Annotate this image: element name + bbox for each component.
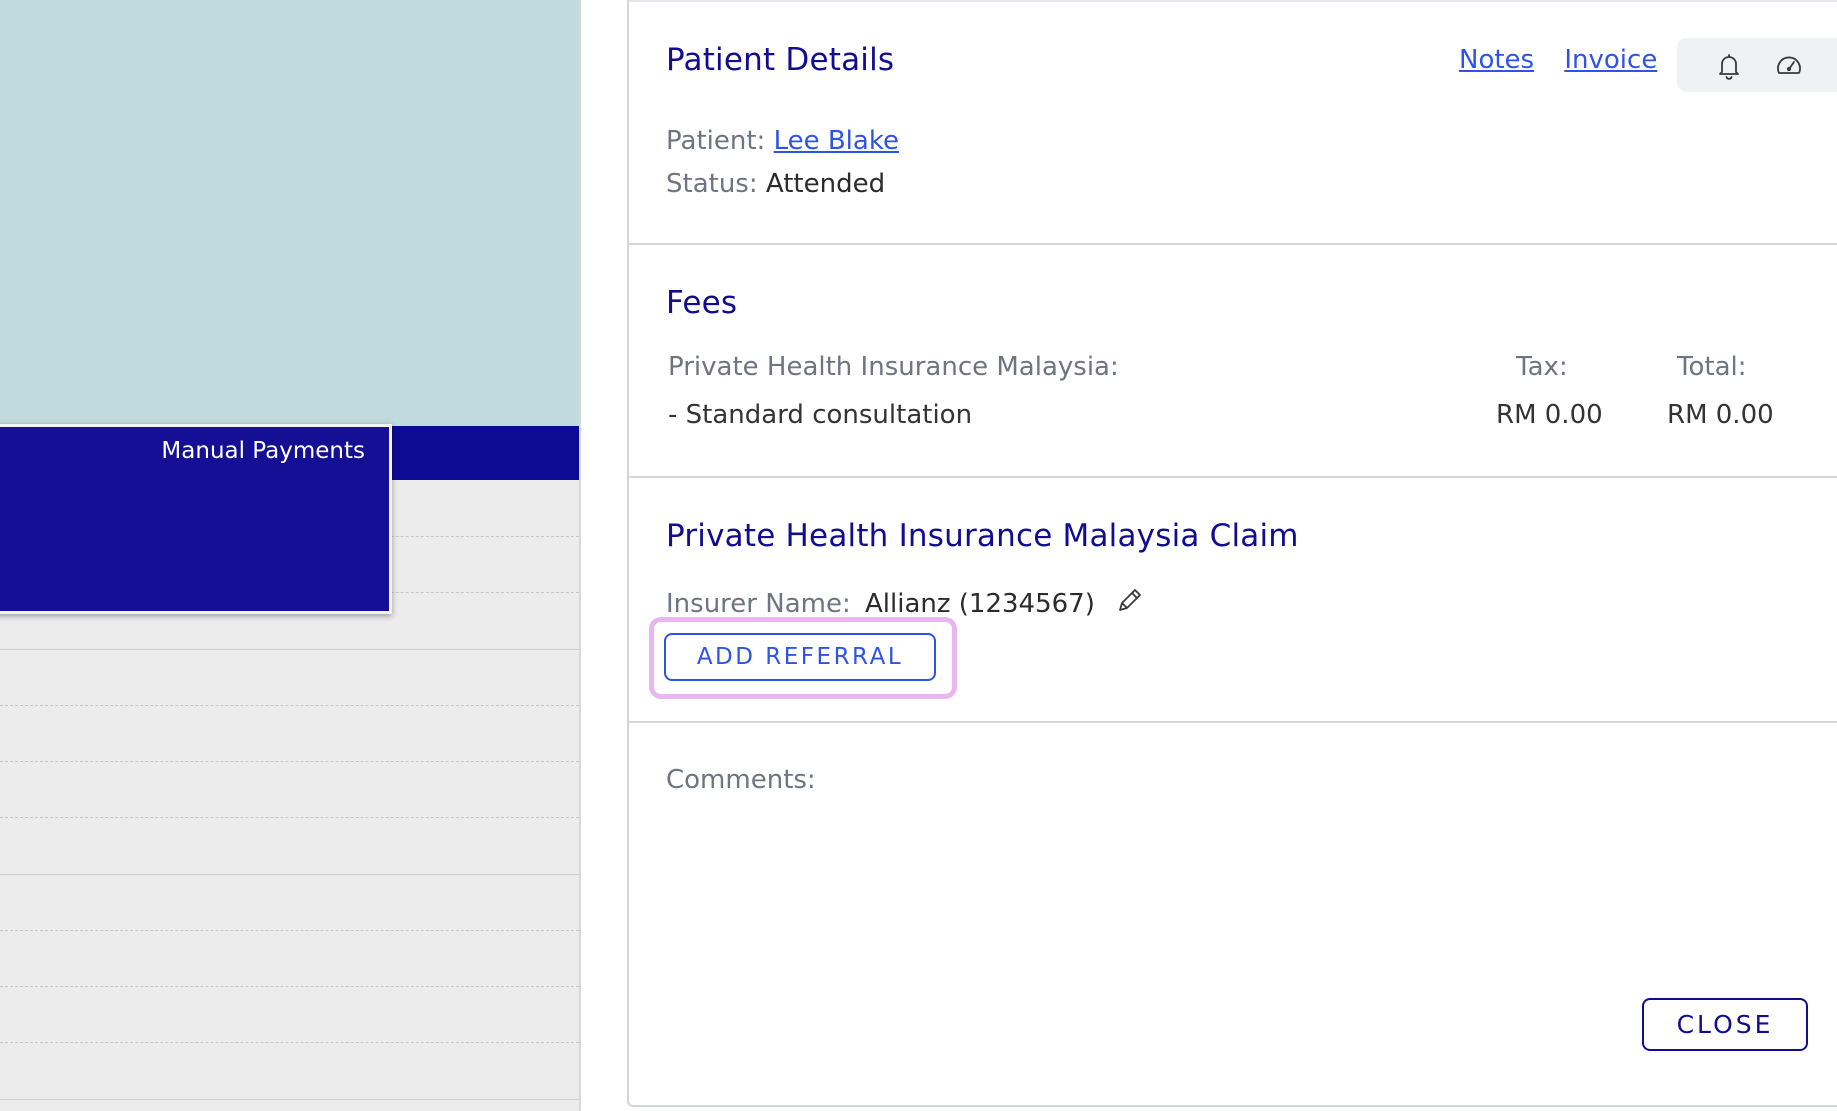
- close-button[interactable]: CLOSE: [1642, 998, 1808, 1051]
- appointment-details-dialog: Patient Details Notes Invoice Patient: L…: [627, 0, 1837, 1107]
- insurer-label: Insurer Name:: [666, 589, 851, 619]
- claim-title: Private Health Insurance Malaysia Claim: [666, 518, 1299, 554]
- pencil-icon[interactable]: [1115, 585, 1145, 615]
- bell-icon[interactable]: [1714, 51, 1744, 81]
- calendar-hour-divider: [0, 874, 579, 875]
- add-referral-button[interactable]: ADD REFERRAL: [664, 633, 936, 681]
- patient-label: Patient:: [666, 126, 766, 156]
- calendar-slot-divider: [0, 1042, 579, 1043]
- fees-insurer-heading: Private Health Insurance Malaysia:: [668, 352, 1119, 382]
- calendar-slot-divider: [0, 705, 579, 706]
- fees-item-name: - Standard consultation: [668, 400, 973, 430]
- fees-tax-header: Tax:: [1516, 352, 1568, 382]
- speedometer-icon[interactable]: [1774, 51, 1804, 81]
- insurer-value: Allianz (1234567): [864, 589, 1095, 619]
- notes-link[interactable]: Notes: [1459, 45, 1534, 75]
- calendar-hour-divider: [0, 1099, 579, 1100]
- appointment-card[interactable]: Manual Payments: [0, 424, 392, 614]
- calendar-top-area: [0, 0, 579, 426]
- fees-title: Fees: [666, 285, 738, 321]
- status-row: Status: Attended: [666, 169, 885, 199]
- fees-total-header: Total:: [1677, 352, 1747, 382]
- calendar-slot-divider: [0, 986, 579, 987]
- patient-details-title: Patient Details: [666, 42, 895, 78]
- toolbar-icon-tray: [1677, 38, 1837, 92]
- status-label: Status:: [666, 169, 758, 199]
- fees-total-value: RM 0.00: [1667, 400, 1774, 430]
- appointment-title: Manual Payments: [161, 438, 365, 464]
- fees-tax-value: RM 0.00: [1496, 400, 1603, 430]
- calendar-pane: Manual Payments: [0, 0, 581, 1111]
- calendar-hour-divider: [0, 649, 579, 650]
- status-value: Attended: [765, 169, 886, 199]
- calendar-slot-divider: [0, 930, 579, 931]
- insurer-row: Insurer Name: Allianz (1234567): [666, 585, 1145, 619]
- invoice-link[interactable]: Invoice: [1564, 45, 1657, 75]
- patient-name-link[interactable]: Lee Blake: [774, 126, 899, 156]
- patient-row: Patient: Lee Blake: [666, 126, 899, 156]
- patient-details-section: Patient Details Notes Invoice Patient: L…: [629, 0, 1837, 245]
- calendar-slot-divider: [0, 761, 579, 762]
- header-links: Notes Invoice: [1459, 45, 1679, 75]
- comments-label: Comments:: [666, 765, 816, 795]
- calendar-slot-divider: [0, 817, 579, 818]
- add-referral-highlight: ADD REFERRAL: [649, 617, 957, 699]
